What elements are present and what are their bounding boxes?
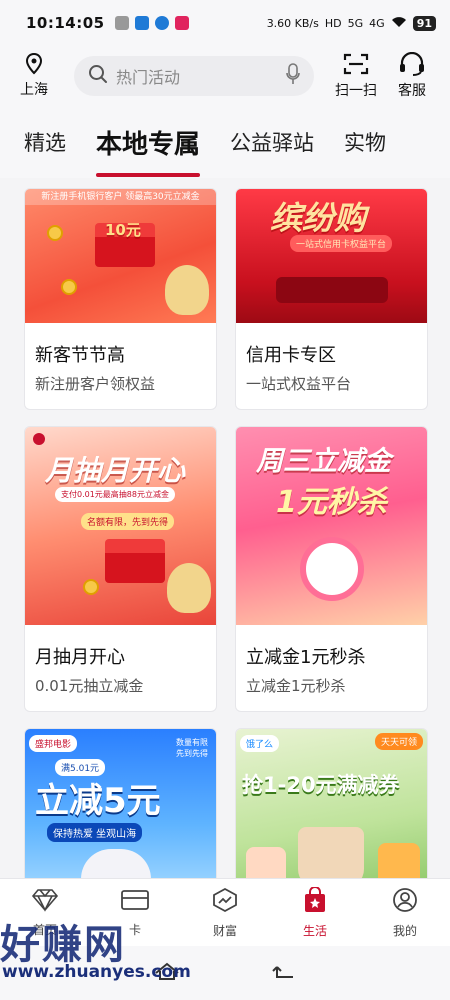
movie-banner: 盛邦电影 数量有限 先到先得 满5.01元 立减5元 保持热爱 坐观山海 [25, 729, 216, 889]
brand-chip: 盛邦电影 [29, 735, 78, 752]
credit-card-banner: 缤纷购 一站式信用卡权益平台 [236, 189, 427, 323]
brand-chip: 饿了么 [240, 735, 280, 752]
scan-label: 扫一扫 [335, 83, 377, 99]
card-icon [120, 888, 150, 915]
tab-physical-goods[interactable]: 实物 [344, 127, 386, 157]
watermark-url: www.zhuanyes.com [2, 962, 191, 982]
search-icon [88, 64, 108, 88]
card-title: 月抽月开心 [35, 647, 125, 668]
signal-4g: 4G [369, 16, 385, 30]
banner-title-text: 月抽月开心 [45, 454, 186, 487]
banner-title-text: 周三立减金 [256, 446, 391, 477]
coin-graphic [61, 279, 77, 295]
scan-icon [343, 52, 369, 80]
banner-title-text: 缤纷购 [270, 199, 367, 237]
search-bar[interactable]: 热门活动 [74, 56, 314, 96]
card-title: 信用卡专区 [246, 345, 336, 366]
search-placeholder: 热门活动 [116, 68, 181, 87]
app-notification-icon [174, 16, 189, 30]
nav-me-label: 我的 [392, 923, 417, 938]
banner-subtitle-chip: 一站式信用卡权益平台 [290, 235, 393, 252]
service-label: 客服 [398, 83, 426, 99]
clock-graphic [300, 537, 364, 601]
network-speed: 3.60 KB/s [266, 16, 319, 30]
app-notification-icon [154, 16, 169, 30]
system-back-icon[interactable] [271, 961, 297, 985]
wifi-icon [391, 16, 407, 31]
card-subtitle: 一站式权益平台 [246, 375, 352, 393]
hd-badge: HD [324, 16, 342, 30]
nav-me[interactable]: 我的 [360, 879, 450, 946]
nav-life-label: 生活 [302, 923, 327, 938]
battery-level: 91 [412, 15, 436, 31]
status-right: 3.60 KB/s HD 5G 4G 91 [266, 15, 436, 31]
location-selector[interactable]: 上海 [14, 52, 54, 99]
microphone-icon[interactable] [286, 63, 300, 89]
coin-graphic [83, 579, 99, 595]
app-notification-icon [114, 16, 129, 30]
flash-sale-banner: 周三立减金 1元秒杀 [236, 427, 427, 625]
banner-ribbon-text: 新注册手机银行客户 领最高30元立减金 [25, 189, 216, 205]
trend-icon [211, 887, 239, 916]
banner-limit-chip: 名额有限，先到先得 [81, 513, 175, 530]
scan-button[interactable]: 扫一扫 [328, 52, 384, 100]
location-label: 上海 [20, 82, 48, 98]
banner-slogan-chip: 保持热爱 坐观山海 [47, 823, 143, 842]
banner-subtitle-chip: 支付0.01元最高抽88元立减金 [55, 487, 175, 502]
category-tabs: 精选 本地专属 公益驿站 实物 [0, 106, 450, 178]
tab-local-exclusive[interactable]: 本地专属 [96, 124, 201, 177]
diamond-icon [30, 888, 60, 915]
activity-card-credit-card[interactable]: 缤纷购 一站式信用卡权益平台 信用卡专区 一站式权益平台 [235, 188, 428, 410]
banner-title-text: 立减5元 [35, 781, 161, 821]
mascot-graphic [167, 563, 211, 613]
stage-graphic [276, 277, 388, 303]
tab-featured[interactable]: 精选 [24, 127, 66, 157]
coin-graphic [47, 225, 63, 241]
boc-logo [33, 433, 45, 445]
customer-service-button[interactable]: 客服 [384, 51, 440, 100]
status-time: 10:14:05 [26, 14, 105, 32]
banner-note: 数量有限 先到先得 [176, 738, 208, 758]
mascot-graphic [165, 265, 209, 315]
status-bar: 10:14:05 3.60 KB/s HD 5G 4G 91 [0, 0, 450, 46]
activity-card-new-customer[interactable]: 新注册手机银行客户 领最高30元立减金 10元 新客节节高 新注册客户领权益 [24, 188, 217, 410]
red-envelope-graphic [105, 539, 165, 583]
activity-grid: 新注册手机银行客户 领最高30元立减金 10元 新客节节高 新注册客户领权益 缤… [24, 188, 428, 950]
new-customer-banner: 新注册手机银行客户 领最高30元立减金 10元 [25, 189, 216, 323]
shopping-bag-icon [302, 885, 328, 916]
card-subtitle: 立减金1元秒杀 [246, 677, 346, 695]
banner-title-text: 抢1-20元满减券 [242, 773, 400, 797]
activity-card-flash-sale[interactable]: 周三立减金 1元秒杀 立减金1元秒杀 立减金1元秒杀 [235, 426, 428, 712]
tab-charity[interactable]: 公益驿站 [230, 127, 314, 157]
nav-life[interactable]: 生活 [270, 879, 360, 946]
nav-card-label: 卡 [128, 922, 141, 937]
food-delivery-banner: 饿了么 天天可领 抢1-20元满减券 [236, 729, 427, 889]
nav-wealth-label: 财富 [212, 923, 237, 938]
banner-note-chip: 天天可领 [374, 733, 423, 750]
card-subtitle: 新注册客户领权益 [35, 375, 156, 393]
signal-5g: 5G [347, 16, 364, 30]
banner-title-text-2: 1元秒杀 [276, 485, 387, 520]
app-notification-icon [134, 16, 149, 30]
headset-icon [398, 51, 426, 80]
card-title: 立减金1元秒杀 [246, 647, 366, 668]
location-pin-icon [25, 52, 43, 79]
card-title: 新客节节高 [35, 345, 125, 366]
header: 上海 热门活动 扫一扫 客服 [0, 46, 450, 106]
monthly-draw-banner: 月抽月开心 支付0.01元最高抽88元立减金 名额有限，先到先得 [25, 427, 216, 625]
banner-amount-text: 10元 [105, 221, 141, 239]
nav-wealth[interactable]: 财富 [180, 879, 270, 946]
notification-icons [114, 16, 189, 30]
card-subtitle: 0.01元抽立减金 [35, 677, 144, 695]
activity-card-monthly-draw[interactable]: 月抽月开心 支付0.01元最高抽88元立减金 名额有限，先到先得 月抽月开心 0… [24, 426, 217, 712]
user-icon [392, 887, 418, 916]
tabs-fade [420, 106, 450, 178]
